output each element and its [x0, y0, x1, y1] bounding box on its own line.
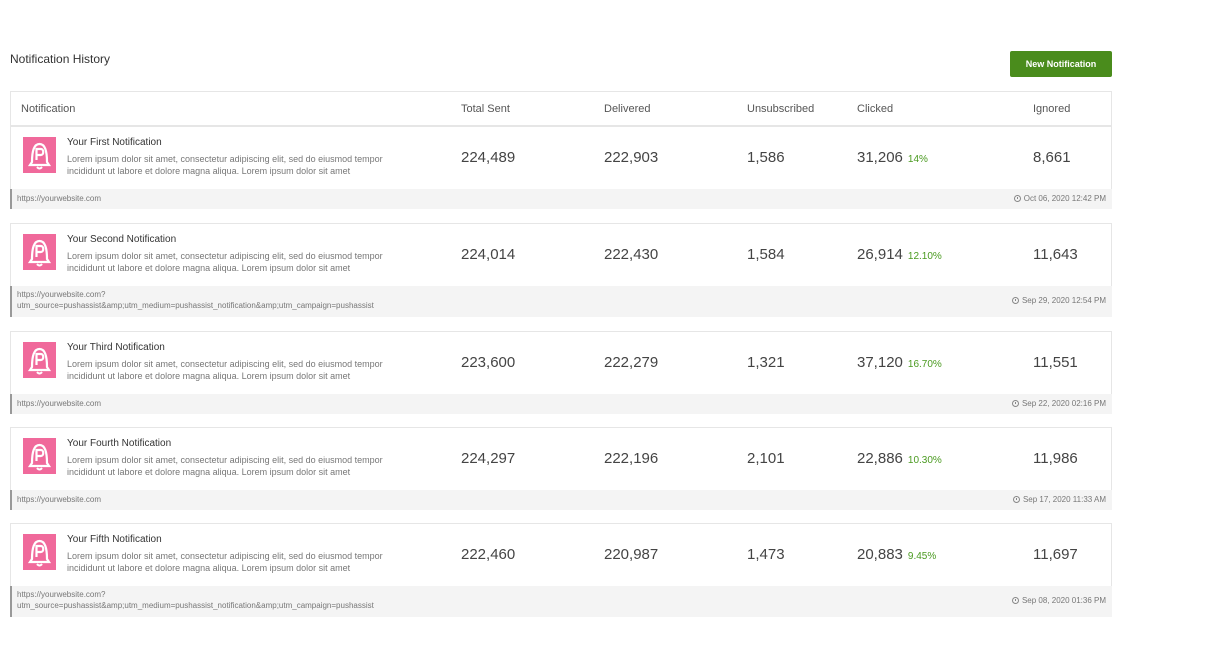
total-sent-value: 224,014 — [461, 246, 516, 263]
sent-time-text: Sep 22, 2020 02:16 PM — [1021, 399, 1106, 408]
clicked-value: 31,206 14% — [857, 149, 928, 166]
sent-time: Sep 22, 2020 02:16 PM — [1011, 399, 1106, 408]
sent-time: Sep 17, 2020 11:33 AM — [1012, 495, 1106, 504]
sent-time: Sep 08, 2020 01:36 PM — [1011, 596, 1106, 605]
notification-url[interactable]: https://yourwebsite.com — [17, 398, 101, 409]
row-footer: https://yourwebsite.com Sep 22, 2020 02:1… — [10, 394, 1112, 414]
row-main: Your Fourth Notification Lorem ipsum dolo… — [10, 427, 1112, 490]
delivered-value: 222,903 — [604, 149, 659, 166]
table-header: Notification Total Sent Delivered Unsubs… — [10, 91, 1112, 126]
notification-url[interactable]: https://yourwebsite.com? utm_source=push… — [17, 589, 374, 611]
col-total-sent: Total Sent — [461, 103, 510, 115]
row-main: Your First Notification Lorem ipsum dolor… — [10, 126, 1112, 189]
clock-icon — [1013, 195, 1021, 202]
clicked-value: 26,914 12.10% — [857, 246, 942, 263]
row-footer: https://yourwebsite.com? utm_source=push… — [10, 586, 1112, 617]
row-main: Your Third Notification Lorem ipsum dolor… — [10, 331, 1112, 394]
col-clicked: Clicked — [857, 103, 894, 115]
unsubscribed-value: 2,101 — [747, 450, 785, 467]
page-title: Notification History — [10, 52, 111, 66]
delivered-value: 222,279 — [604, 354, 659, 371]
notification-title: Your First Notification — [67, 137, 162, 148]
ignored-value: 11,643 — [1033, 246, 1078, 263]
pushassist-bell-logo-icon — [23, 438, 56, 474]
row-main: Your Fifth Notification Lorem ipsum dolor… — [10, 523, 1112, 586]
ignored-value: 11,986 — [1033, 450, 1078, 467]
clicked-count: 37,120 — [857, 354, 903, 371]
notification-description: Lorem ipsum dolor sit amet, consectetur … — [67, 551, 383, 573]
pushassist-bell-logo-icon — [23, 137, 56, 173]
new-notification-button[interactable]: New Notification — [1010, 51, 1112, 77]
delivered-value: 222,430 — [604, 246, 659, 263]
unsubscribed-value: 1,321 — [747, 354, 785, 371]
sent-time: Sep 29, 2020 12:54 PM — [1011, 296, 1106, 305]
unsubscribed-value: 1,586 — [747, 149, 785, 166]
clicked-value: 22,886 10.30% — [857, 450, 942, 467]
notification-description: Lorem ipsum dolor sit amet, consectetur … — [67, 455, 383, 477]
unsubscribed-value: 1,584 — [747, 246, 785, 263]
clicked-count: 22,886 — [857, 450, 903, 467]
clicked-percent: 16.70% — [907, 359, 942, 370]
table-row[interactable]: Your Fourth Notification Lorem ipsum dolo… — [10, 427, 1112, 510]
col-notification: Notification — [21, 103, 76, 115]
pushassist-bell-logo-icon — [23, 234, 56, 270]
notification-description: Lorem ipsum dolor sit amet, consectetur … — [67, 154, 383, 176]
row-footer: https://yourwebsite.com Oct 06, 2020 12:4… — [10, 189, 1112, 209]
sent-time-text: Oct 06, 2020 12:42 PM — [1023, 194, 1106, 203]
ignored-value: 11,551 — [1033, 354, 1078, 371]
col-unsubscribed: Unsubscribed — [747, 103, 815, 115]
notification-title: Your Fifth Notification — [67, 534, 162, 545]
row-footer: https://yourwebsite.com Sep 17, 2020 11:3… — [10, 490, 1112, 510]
sent-time-text: Sep 08, 2020 01:36 PM — [1021, 596, 1106, 605]
table-row[interactable]: Your Third Notification Lorem ipsum dolor… — [10, 331, 1112, 414]
sent-time-text: Sep 29, 2020 12:54 PM — [1021, 296, 1106, 305]
clicked-percent: 12.10% — [907, 251, 942, 262]
clicked-percent: 9.45% — [907, 551, 937, 562]
clicked-percent: 10.30% — [907, 455, 942, 466]
notification-title: Your Second Notification — [67, 234, 177, 245]
sent-time-text: Sep 17, 2020 11:33 AM — [1022, 495, 1106, 504]
clicked-value: 37,120 16.70% — [857, 354, 942, 371]
notification-url[interactable]: https://yourwebsite.com — [17, 494, 101, 505]
col-ignored: Ignored — [1033, 103, 1071, 115]
ignored-value: 11,697 — [1033, 546, 1078, 563]
clock-icon — [1011, 297, 1019, 304]
notification-url[interactable]: https://yourwebsite.com — [17, 193, 101, 204]
clock-icon — [1012, 496, 1020, 503]
unsubscribed-value: 1,473 — [747, 546, 785, 563]
total-sent-value: 223,600 — [461, 354, 516, 371]
clock-icon — [1011, 400, 1019, 407]
row-main: Your Second Notification Lorem ipsum dolo… — [10, 223, 1112, 286]
clicked-percent: 14% — [907, 154, 928, 165]
notification-title: Your Third Notification — [67, 342, 165, 353]
total-sent-value: 224,489 — [461, 149, 516, 166]
notification-history-table: Notification Total Sent Delivered Unsubs… — [10, 91, 1112, 126]
delivered-value: 222,196 — [604, 450, 659, 467]
pushassist-bell-logo-icon — [23, 342, 56, 378]
clicked-count: 31,206 — [857, 149, 903, 166]
sent-time: Oct 06, 2020 12:42 PM — [1013, 194, 1106, 203]
row-footer: https://yourwebsite.com? utm_source=push… — [10, 286, 1112, 317]
table-row[interactable]: Your Fifth Notification Lorem ipsum dolor… — [10, 523, 1112, 617]
table-row[interactable]: Your First Notification Lorem ipsum dolor… — [10, 126, 1112, 209]
col-delivered: Delivered — [604, 103, 651, 115]
clock-icon — [1011, 597, 1019, 604]
table-row[interactable]: Your Second Notification Lorem ipsum dolo… — [10, 223, 1112, 317]
total-sent-value: 222,460 — [461, 546, 516, 563]
notification-title: Your Fourth Notification — [67, 438, 172, 449]
clicked-value: 20,883 9.45% — [857, 546, 936, 563]
notification-url[interactable]: https://yourwebsite.com? utm_source=push… — [17, 289, 374, 311]
ignored-value: 8,661 — [1033, 149, 1071, 166]
notification-description: Lorem ipsum dolor sit amet, consectetur … — [67, 359, 383, 381]
clicked-count: 26,914 — [857, 246, 903, 263]
pushassist-bell-logo-icon — [23, 534, 56, 570]
total-sent-value: 224,297 — [461, 450, 516, 467]
notification-description: Lorem ipsum dolor sit amet, consectetur … — [67, 251, 383, 273]
clicked-count: 20,883 — [857, 546, 903, 563]
delivered-value: 220,987 — [604, 546, 659, 563]
